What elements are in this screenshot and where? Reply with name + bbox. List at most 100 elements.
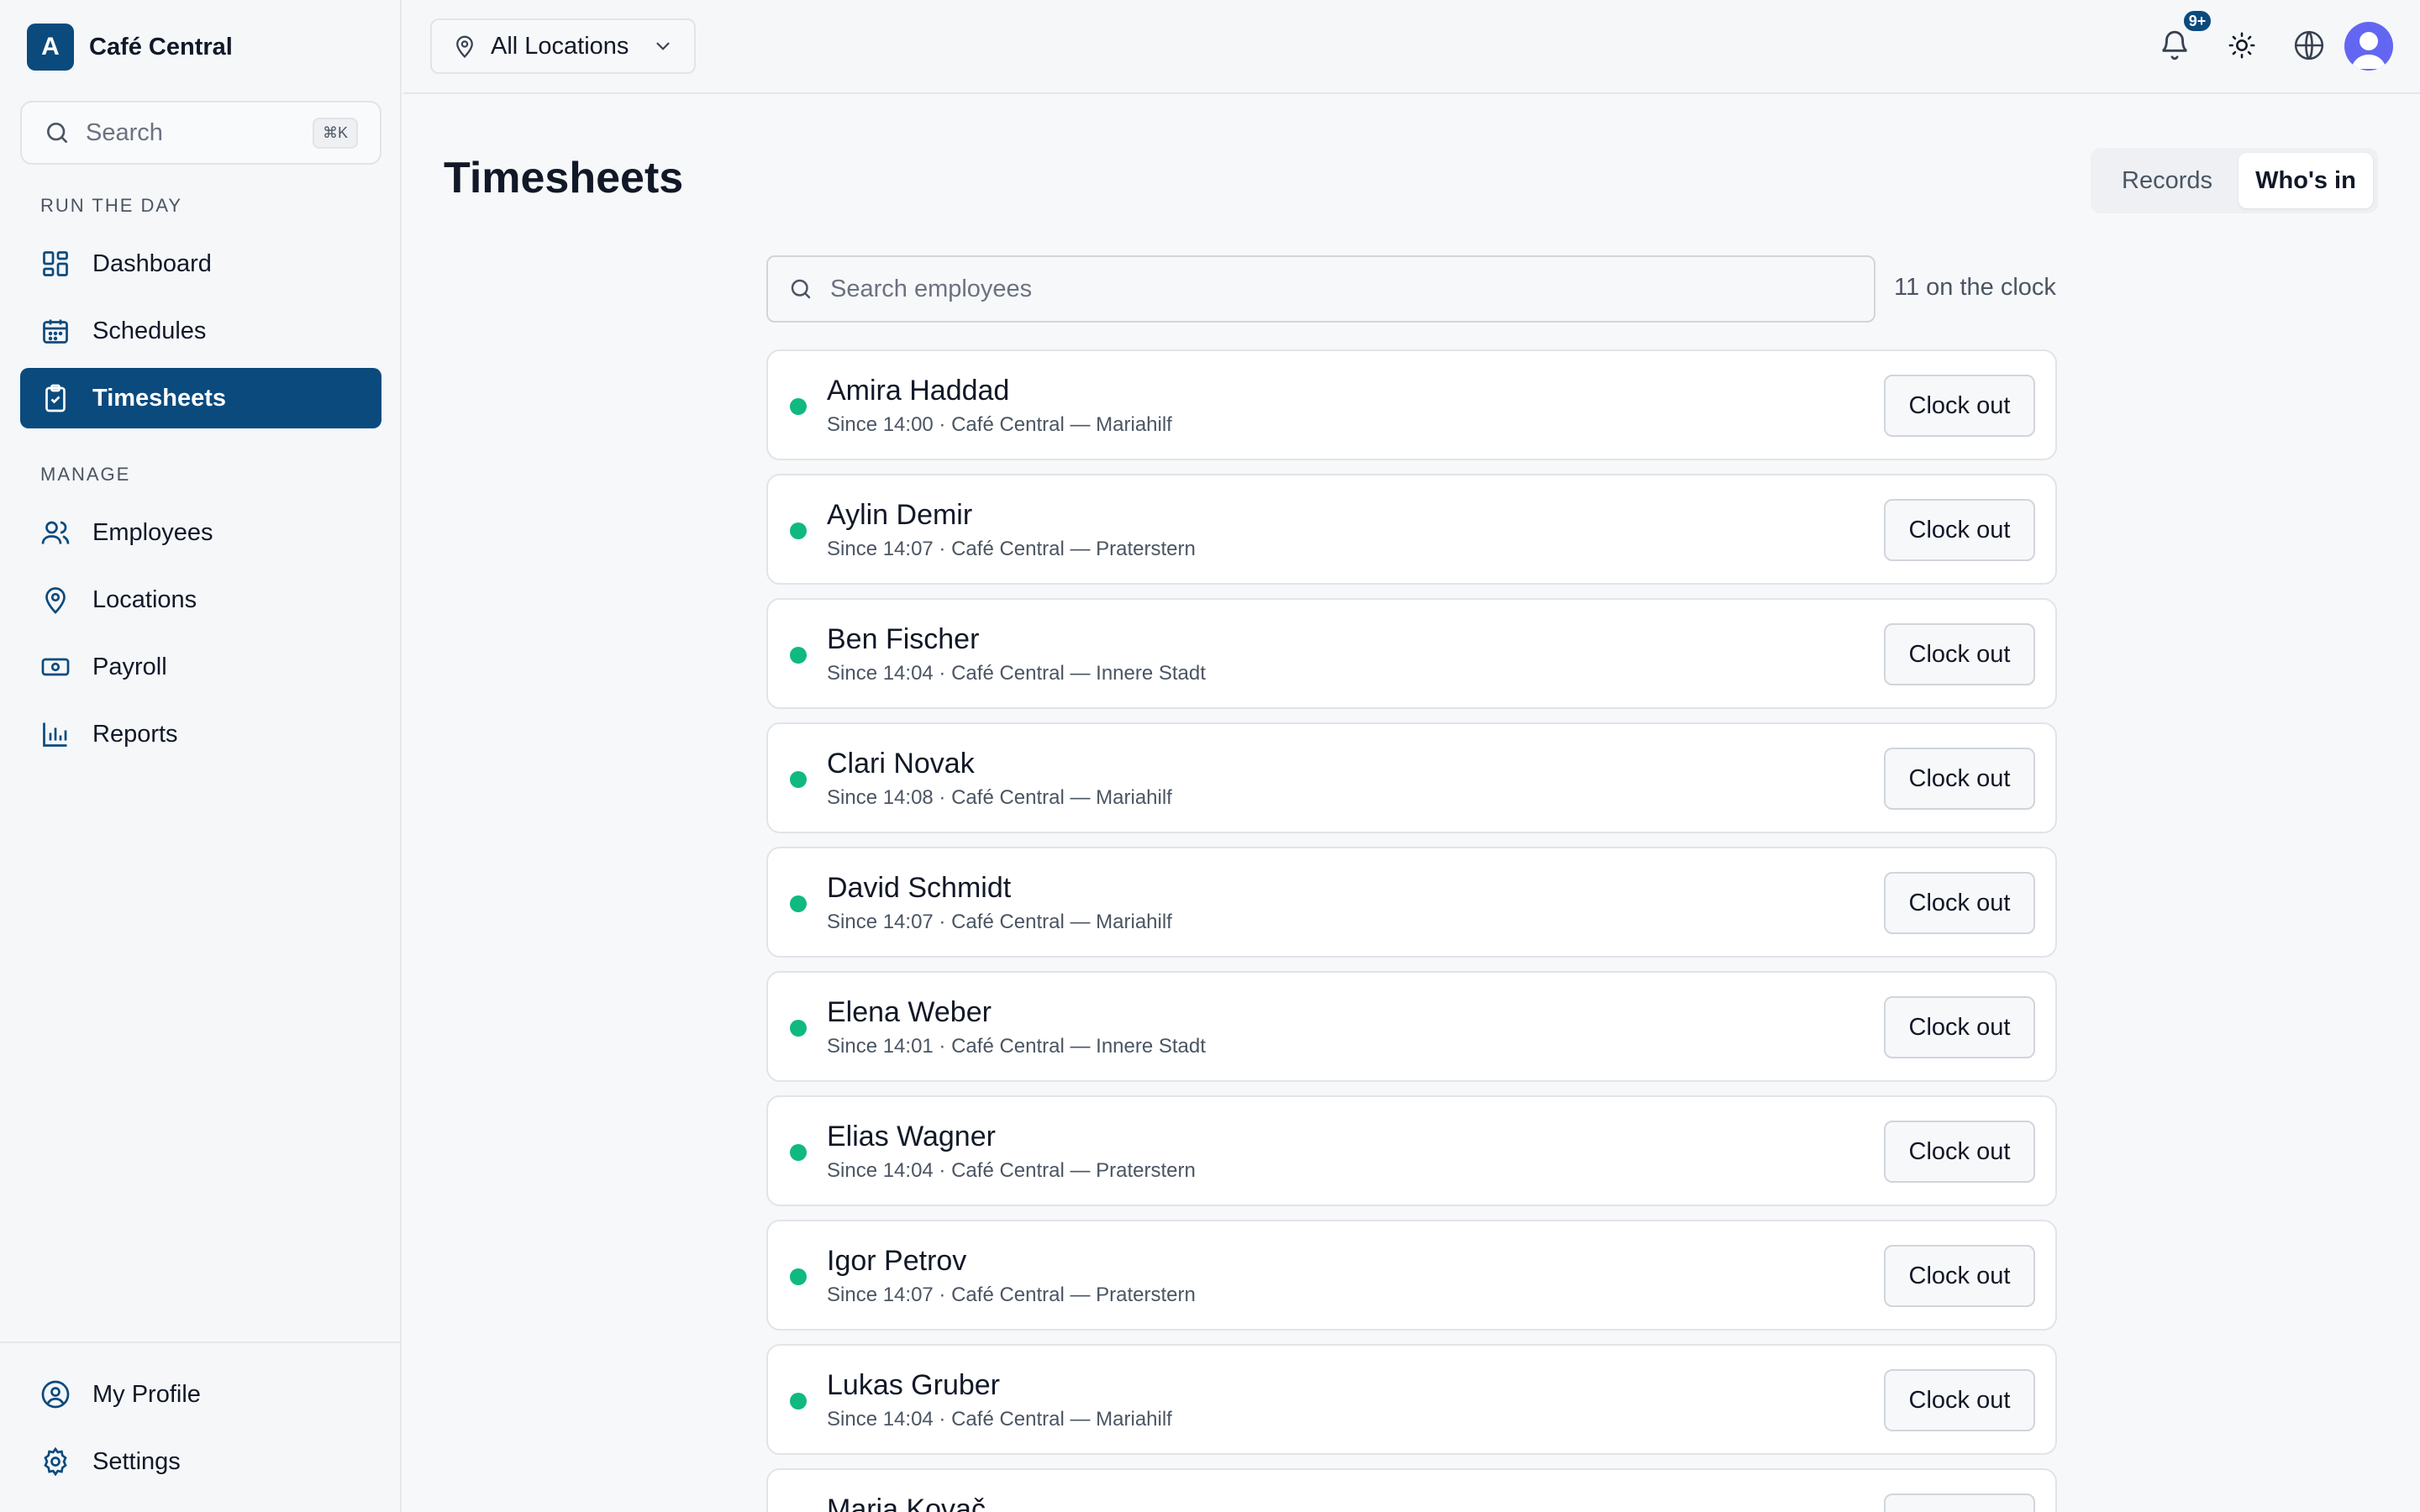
search-icon <box>47 123 67 143</box>
sidebar-item-label: Payroll <box>92 653 167 680</box>
employee-name: David Schmidt <box>827 872 1012 904</box>
sidebar-item-employees[interactable]: Employees <box>20 502 381 563</box>
employee-detail: Since 14:04 · Café Central — Mariahilf <box>827 1408 1172 1431</box>
sidebar-item-settings[interactable]: Settings <box>20 1431 381 1492</box>
tab-whos-in[interactable]: Who's in <box>2238 153 2373 208</box>
sidebar-item-label: Employees <box>92 518 213 546</box>
section-label-run-the-day: RUN THE DAY <box>40 195 183 216</box>
sidebar-search-placeholder: Search <box>86 118 163 146</box>
status-dot <box>790 1020 807 1037</box>
view-toggle: Records Who's in <box>2091 148 2378 213</box>
sidebar-item-label: Dashboard <box>92 249 212 277</box>
status-dot <box>790 1393 807 1410</box>
employee-detail: Since 14:08 · Café Central — Mariahilf <box>827 786 1172 809</box>
status-dot <box>790 1268 807 1285</box>
user-circle-icon <box>41 1380 70 1409</box>
bar-chart-icon <box>43 722 67 747</box>
employee-detail: Since 14:04 · Café Central — Praterstern <box>827 1159 1196 1182</box>
employee-detail: Since 14:07 · Café Central — Praterstern <box>827 1284 1196 1306</box>
clock-out-button[interactable]: Clock out <box>1884 748 2035 810</box>
employee-detail: Since 14:01 · Café Central — Innere Stad… <box>827 1035 1206 1058</box>
avatar[interactable] <box>2344 22 2393 71</box>
employee-name: Aylin Demir <box>827 499 973 531</box>
employee-card: Amira Haddad Since 14:00 · Café Central … <box>766 349 2057 460</box>
clock-out-button[interactable]: Clock out <box>1884 375 2035 437</box>
search-shortcut-hint: ⌘K <box>312 117 358 149</box>
sidebar-item-label: My Profile <box>92 1380 201 1408</box>
tab-records[interactable]: Records <box>2096 153 2238 208</box>
sidebar-divider <box>0 1341 402 1343</box>
brand[interactable]: A Café Central <box>27 24 233 71</box>
employee-detail: Since 14:07 · Café Central — Mariahilf <box>827 911 1172 933</box>
chevron-down-icon <box>656 42 670 50</box>
employee-name: Clari Novak <box>827 748 975 780</box>
employee-name: Lukas Gruber <box>827 1369 1000 1401</box>
on-the-clock-count: 11 on the clock <box>1894 274 2056 301</box>
employee-name: Amira Haddad <box>827 375 1010 407</box>
sidebar-item-schedules[interactable]: Schedules <box>20 301 381 361</box>
employee-name: Igor Petrov <box>827 1245 967 1277</box>
employee-search-placeholder: Search employees <box>830 275 1033 302</box>
gear-icon <box>44 1446 67 1477</box>
employee-card: Clari Novak Since 14:08 · Café Central —… <box>766 722 2057 833</box>
clock-out-button[interactable]: Clock out <box>1884 996 2035 1058</box>
map-pin-icon <box>45 587 66 614</box>
status-dot <box>790 647 807 664</box>
clock-out-button[interactable]: Clock out <box>1884 1121 2035 1183</box>
sidebar-item-timesheets[interactable]: Timesheets <box>20 368 381 428</box>
dashboard-icon <box>43 251 68 276</box>
status-dot <box>790 771 807 788</box>
status-dot <box>790 895 807 912</box>
status-dot <box>790 1144 807 1161</box>
employee-card: Lukas Gruber Since 14:04 · Café Central … <box>766 1344 2057 1455</box>
employee-card: Maria Kovač Clock out <box>766 1468 2057 1512</box>
employee-name: Elena Weber <box>827 996 992 1028</box>
employee-card: Aylin Demir Since 14:07 · Café Central —… <box>766 474 2057 585</box>
clock-out-button[interactable]: Clock out <box>1884 1494 2035 1512</box>
employee-card: Elias Wagner Since 14:04 · Café Central … <box>766 1095 2057 1206</box>
bell-icon <box>2162 30 2187 60</box>
language-button[interactable] <box>2289 25 2329 66</box>
employee-card: David Schmidt Since 14:07 · Café Central… <box>766 847 2057 958</box>
sidebar-item-dashboard[interactable]: Dashboard <box>20 234 381 294</box>
clock-out-button[interactable]: Clock out <box>1884 499 2035 561</box>
map-pin-icon <box>456 35 473 59</box>
sidebar: A Café Central Search ⌘K RUN THE DAY Das… <box>0 0 402 1512</box>
sidebar-item-my-profile[interactable]: My Profile <box>20 1364 381 1425</box>
brand-name: Café Central <box>89 33 233 60</box>
sidebar-item-reports[interactable]: Reports <box>20 704 381 764</box>
sidebar-item-locations[interactable]: Locations <box>20 570 381 630</box>
employee-card: Elena Weber Since 14:01 · Café Central —… <box>766 971 2057 1082</box>
clock-out-button[interactable]: Clock out <box>1884 1369 2035 1431</box>
employee-card: Ben Fischer Since 14:04 · Café Central —… <box>766 598 2057 709</box>
employee-name: Elias Wagner <box>827 1121 996 1152</box>
globe-icon <box>2294 30 2324 60</box>
topbar: All Locations <box>403 0 2420 94</box>
sidebar-item-label: Settings <box>92 1447 181 1475</box>
banknote-icon <box>41 658 70 676</box>
users-icon <box>41 521 70 544</box>
sidebar-item-label: Locations <box>92 585 197 613</box>
employee-detail: Since 14:07 · Café Central — Praterstern <box>827 538 1196 560</box>
sun-icon <box>2228 32 2255 59</box>
sidebar-item-payroll[interactable]: Payroll <box>20 637 381 697</box>
employee-card: Igor Petrov Since 14:07 · Café Central —… <box>766 1220 2057 1331</box>
notifications-badge: 9+ <box>2181 8 2213 34</box>
location-select[interactable]: All Locations <box>430 18 696 74</box>
user-avatar-icon <box>2351 32 2386 69</box>
employee-search-input[interactable]: Search employees <box>766 255 1876 323</box>
sidebar-item-label: Reports <box>92 720 178 748</box>
sidebar-search[interactable]: Search ⌘K <box>20 101 381 165</box>
status-dot <box>790 522 807 539</box>
clock-out-button[interactable]: Clock out <box>1884 1245 2035 1307</box>
calendar-icon <box>43 319 68 344</box>
theme-toggle-button[interactable] <box>2222 25 2262 66</box>
employee-detail: Since 14:04 · Café Central — Innere Stad… <box>827 662 1206 685</box>
clock-out-button[interactable]: Clock out <box>1884 872 2035 934</box>
clock-out-button[interactable]: Clock out <box>1884 623 2035 685</box>
brand-logo: A <box>27 24 74 71</box>
sidebar-item-label: Timesheets <box>92 384 227 412</box>
employee-name: Ben Fischer <box>827 623 980 655</box>
page-title: Timesheets <box>444 154 684 202</box>
clipboard-icon <box>45 384 66 412</box>
